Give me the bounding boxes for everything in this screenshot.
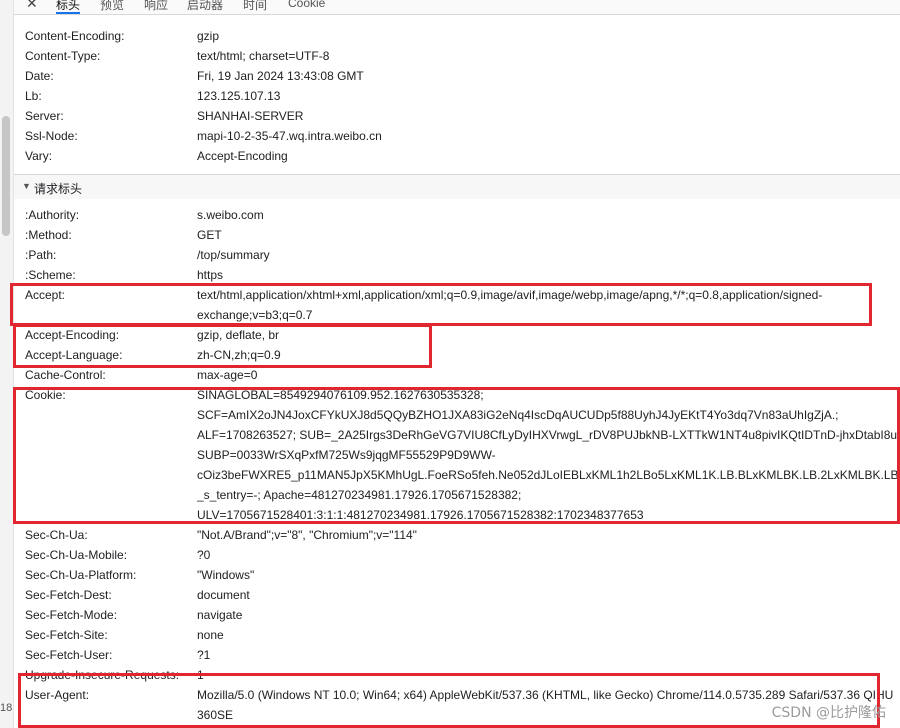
highlight-box-accept-encoding-language [13, 324, 432, 368]
header-row: :Path: /top/summary [14, 244, 900, 264]
header-row: Date: Fri, 19 Jan 2024 13:43:08 GMT [14, 65, 900, 85]
header-row: Content-Encoding: gzip [14, 25, 900, 45]
header-row: Vary: Accept-Encoding [14, 145, 900, 165]
header-name: Sec-Fetch-User: [25, 648, 113, 662]
header-name: Content-Encoding: [25, 29, 125, 43]
tab-preview[interactable]: 预览 [100, 0, 124, 13]
header-row: Sec-Ch-Ua-Mobile: ?0 [14, 544, 900, 564]
header-row: Sec-Fetch-Site: none [14, 624, 900, 644]
header-name: :Path: [25, 248, 57, 262]
header-value: text/html; charset=UTF-8 [197, 49, 330, 63]
headers-panel: Content-Encoding: gzip Content-Type: tex… [14, 15, 900, 728]
header-value: max-age=0 [197, 368, 258, 382]
header-row: Lb: 123.125.107.13 [14, 85, 900, 105]
header-name: Sec-Fetch-Mode: [25, 608, 118, 622]
header-name: Sec-Ch-Ua-Mobile: [25, 548, 128, 562]
header-name: Date: [25, 69, 54, 83]
header-value: none [197, 628, 224, 642]
left-panel-strip: 18 [0, 0, 14, 728]
header-value: gzip [197, 29, 220, 43]
tab-initiator[interactable]: 启动器 [187, 0, 223, 13]
header-value: "Windows" [197, 568, 255, 582]
header-name: :Scheme: [25, 268, 76, 282]
header-name: Sec-Fetch-Dest: [25, 588, 112, 602]
header-value: "Not.A/Brand";v="8", "Chromium";v="114" [197, 528, 417, 542]
highlight-box-cookie [13, 387, 900, 524]
close-icon[interactable]: ✕ [26, 0, 38, 12]
header-row: :Authority: s.weibo.com [14, 204, 900, 224]
header-name: Content-Type: [25, 49, 101, 63]
tab-headers[interactable]: 标头 [56, 0, 81, 14]
header-row: Sec-Fetch-User: ?1 [14, 644, 900, 664]
header-row: Sec-Fetch-Mode: navigate [14, 604, 900, 624]
highlight-box-user-agent [18, 673, 880, 728]
header-value: https [197, 268, 224, 282]
highlight-box-accept [10, 283, 872, 326]
header-row: :Method: GET [14, 224, 900, 244]
header-value: 123.125.107.13 [197, 89, 281, 103]
header-row: Sec-Ch-Ua: "Not.A/Brand";v="8", "Chromiu… [14, 524, 900, 544]
header-name: Sec-Fetch-Site: [25, 628, 108, 642]
header-name: Lb: [25, 89, 42, 103]
tab-timing[interactable]: 时间 [243, 0, 267, 13]
header-row: Sec-Fetch-Dest: document [14, 584, 900, 604]
header-name: Server: [25, 109, 64, 123]
header-value: ?1 [197, 648, 211, 662]
left-edge-label: 18 [0, 702, 13, 714]
left-scrollbar-thumb[interactable] [2, 116, 10, 236]
header-row: Sec-Ch-Ua-Platform: "Windows" [14, 564, 900, 584]
header-value: /top/summary [197, 248, 270, 262]
tab-cookie[interactable]: Cookie [288, 0, 325, 10]
header-value: Fri, 19 Jan 2024 13:43:08 GMT [197, 69, 364, 83]
header-row: Content-Type: text/html; charset=UTF-8 [14, 45, 900, 65]
header-value: ?0 [197, 548, 211, 562]
tab-response[interactable]: 响应 [144, 0, 168, 13]
header-row: :Scheme: https [14, 264, 900, 284]
header-value: GET [197, 228, 222, 242]
header-name: Sec-Ch-Ua-Platform: [25, 568, 137, 582]
header-name: Sec-Ch-Ua: [25, 528, 88, 542]
request-headers-section[interactable]: ▼ 请求标头 [14, 174, 900, 199]
section-label: 请求标头 [34, 182, 83, 196]
network-detail-tabbar: ✕ 标头 预览 响应 启动器 时间 Cookie [14, 0, 900, 15]
header-name: :Authority: [25, 208, 80, 222]
header-row: Ssl-Node: mapi-10-2-35-47.wq.intra.weibo… [14, 125, 900, 145]
header-value: Accept-Encoding [197, 149, 288, 163]
triangle-down-icon[interactable]: ▼ [22, 181, 31, 191]
header-value: document [197, 588, 250, 602]
header-value: navigate [197, 608, 243, 622]
header-name: Cache-Control: [25, 368, 106, 382]
header-value: mapi-10-2-35-47.wq.intra.weibo.cn [197, 129, 382, 143]
header-value: s.weibo.com [197, 208, 264, 222]
header-value: SHANHAI-SERVER [197, 109, 304, 123]
header-name: :Method: [25, 228, 72, 242]
watermark-text: CSDN @比护隆佑 [771, 705, 886, 721]
header-row: Server: SHANHAI-SERVER [14, 105, 900, 125]
header-name: Vary: [25, 149, 53, 163]
header-name: Ssl-Node: [25, 129, 78, 143]
